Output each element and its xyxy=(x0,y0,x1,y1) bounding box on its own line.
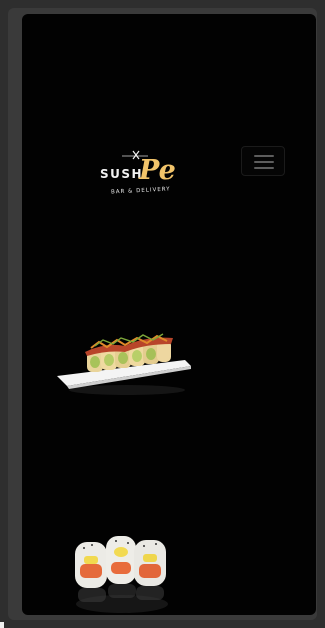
menu-bar-top xyxy=(254,155,274,157)
cursor-marker xyxy=(0,622,4,628)
sushi-roll-platter-image xyxy=(57,333,191,395)
menu-bar-bottom xyxy=(254,167,274,169)
sushi-maki-rolls-image xyxy=(75,536,168,613)
logo-text-pe: Pe xyxy=(139,155,176,186)
menu-toggle-button[interactable] xyxy=(241,146,285,176)
menu-bar-middle xyxy=(254,161,274,163)
sushi-pe-logo[interactable]: SUSHI Pe BAR & DELIVERY xyxy=(98,136,178,198)
device-frame: SUSHI Pe BAR & DELIVERY xyxy=(0,0,325,628)
app-screen: SUSHI Pe BAR & DELIVERY xyxy=(22,14,316,615)
logo-tagline: BAR & DELIVERY xyxy=(110,186,171,196)
